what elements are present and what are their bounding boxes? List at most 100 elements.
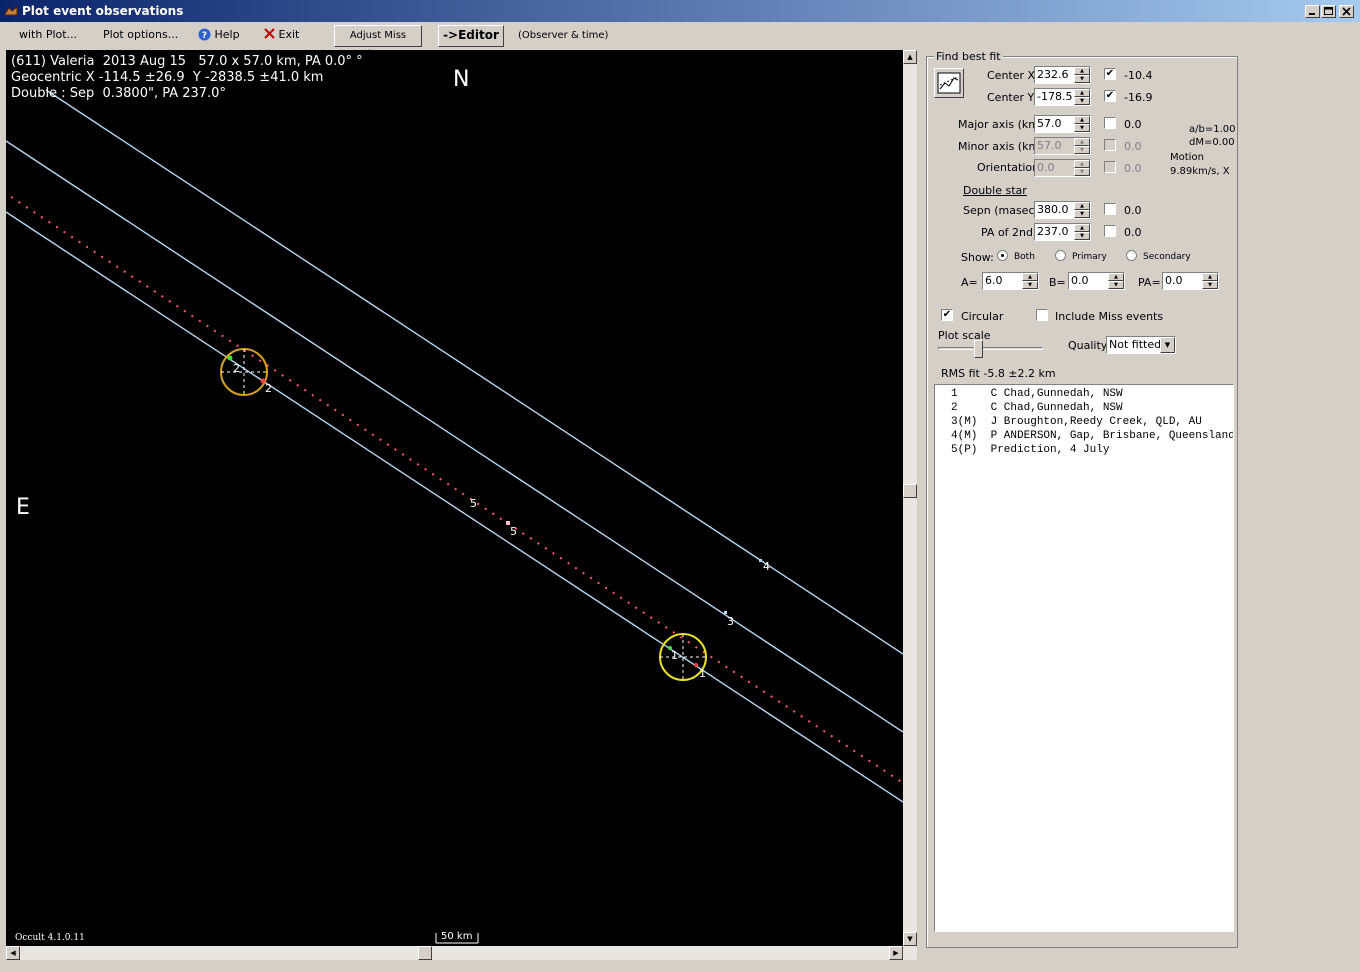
motion-label: Motion	[1170, 152, 1204, 163]
minimize-button[interactable]	[1305, 5, 1320, 18]
maximize-button[interactable]	[1321, 5, 1336, 18]
center-x-field[interactable]	[1037, 68, 1073, 81]
sepn-field[interactable]	[1037, 203, 1073, 216]
plot-canvas[interactable]: (611) Valeria 2013 Aug 15 57.0 x 57.0 km…	[6, 50, 903, 946]
a-field[interactable]	[985, 274, 1021, 287]
pa2-offset: 0.0	[1124, 226, 1142, 239]
sepn-checkbox[interactable]	[1104, 203, 1116, 215]
a-input[interactable]: ▲▼	[982, 272, 1039, 290]
show-primary-label: Primary	[1072, 252, 1107, 262]
quality-value: Not fitted	[1109, 338, 1162, 351]
center-y-up[interactable]: ▲	[1074, 89, 1090, 97]
plot-header-line1: (611) Valeria 2013 Aug 15 57.0 x 57.0 km…	[11, 54, 363, 69]
exit-label: Exit	[278, 28, 300, 41]
orientation-field	[1037, 161, 1073, 174]
plot-scale-thumb[interactable]	[974, 340, 983, 358]
adjust-miss-times-button[interactable]: Adjust Miss times	[334, 25, 422, 60]
center-y-field[interactable]	[1037, 90, 1073, 103]
a-label: A=	[961, 276, 978, 289]
center-x-input[interactable]: ▲▼	[1034, 66, 1091, 84]
b-field[interactable]	[1071, 274, 1107, 287]
scroll-right-button[interactable]: ▶	[889, 946, 903, 960]
plot-graphics	[6, 89, 903, 944]
pa-up[interactable]: ▲	[1202, 273, 1218, 281]
sepn-input[interactable]: ▲▼	[1034, 201, 1091, 219]
close-icon	[1342, 7, 1351, 16]
chord-label-2a: 2	[233, 362, 240, 375]
scroll-up-button[interactable]: ▲	[903, 50, 917, 64]
center-x-checkbox[interactable]: ✔	[1104, 68, 1116, 80]
marker-4	[759, 559, 762, 562]
sepn-offset: 0.0	[1124, 204, 1142, 217]
pa2-checkbox[interactable]	[1104, 225, 1116, 237]
ab-ratio: a/b=1.00	[1189, 124, 1236, 135]
center-y-input[interactable]: ▲▼	[1034, 88, 1091, 106]
center-x-down[interactable]: ▼	[1074, 75, 1090, 83]
list-item[interactable]: 3(M) J Broughton,Reedy Creek, QLD, AU	[951, 416, 1202, 428]
observer-list[interactable]: 1 C Chad,Gunnedah, NSW 2 C Chad,Gunnedah…	[934, 384, 1234, 932]
show-secondary-radio[interactable]	[1126, 250, 1137, 261]
list-item[interactable]: 1 C Chad,Gunnedah, NSW	[951, 388, 1123, 400]
major-axis-down[interactable]: ▼	[1074, 124, 1090, 132]
svg-text:?: ?	[202, 31, 207, 41]
plot-horizontal-scrollbar[interactable]: ◀ ▶	[6, 946, 917, 960]
pa2-input[interactable]: ▲▼	[1034, 223, 1091, 241]
scroll-thumb-vertical[interactable]	[903, 484, 917, 498]
minor-axis-down: ▼	[1074, 146, 1090, 154]
auto-fit-button[interactable]	[934, 68, 964, 98]
pa-input[interactable]: ▲▼	[1162, 272, 1219, 290]
quality-select[interactable]: Not fitted ▼	[1106, 336, 1176, 354]
title-bar: Plot event observations	[0, 0, 1360, 22]
major-axis-up[interactable]: ▲	[1074, 116, 1090, 124]
orientation-input: ▲▼	[1034, 159, 1091, 177]
plot-header-line3: Double : Sep 0.3800", PA 237.0°	[11, 86, 226, 101]
center-x-up[interactable]: ▲	[1074, 67, 1090, 75]
major-axis-checkbox[interactable]	[1104, 117, 1116, 129]
pa-down[interactable]: ▼	[1202, 281, 1218, 289]
major-axis-offset: 0.0	[1124, 118, 1142, 131]
list-item[interactable]: 4(M) P ANDERSON, Gap, Brisbane, Queensla…	[951, 430, 1233, 442]
double-star-heading: Double star	[963, 184, 1027, 197]
sepn-down[interactable]: ▼	[1074, 210, 1090, 218]
circular-checkbox[interactable]: ✔	[941, 309, 953, 321]
close-button[interactable]	[1339, 5, 1354, 18]
pa2-down[interactable]: ▼	[1074, 232, 1090, 240]
menu-plot-options[interactable]: Plot options...	[103, 28, 178, 41]
chord-line-4	[45, 89, 903, 655]
show-both-radio[interactable]	[997, 250, 1008, 261]
prediction-line	[10, 196, 903, 784]
version-label: Occult 4.1.0.11	[15, 933, 85, 943]
b-input[interactable]: ▲▼	[1068, 272, 1125, 290]
pa-field[interactable]	[1165, 274, 1201, 287]
fit-group-label: Find best fit	[934, 50, 1003, 63]
plot-vertical-scrollbar[interactable]: ▲ ▼	[903, 50, 917, 946]
chevron-down-icon[interactable]: ▼	[1160, 337, 1175, 353]
plot-scale-track[interactable]	[938, 347, 1043, 350]
list-item[interactable]: 2 C Chad,Gunnedah, NSW	[951, 402, 1123, 414]
editor-button[interactable]: ->Editor	[438, 25, 504, 47]
center-y-down[interactable]: ▼	[1074, 97, 1090, 105]
a-down[interactable]: ▼	[1022, 281, 1038, 289]
b-down[interactable]: ▼	[1108, 281, 1124, 289]
menu-exit[interactable]: Exit	[264, 28, 299, 41]
plot-header-line2: Geocentric X -114.5 ±26.9 Y -2838.5 ±41.…	[11, 70, 324, 85]
motion-value: 9.89km/s, X	[1170, 166, 1230, 177]
major-axis-field[interactable]	[1037, 117, 1073, 130]
sepn-up[interactable]: ▲	[1074, 202, 1090, 210]
app-icon	[4, 5, 18, 16]
menu-help[interactable]: ? Help	[198, 28, 240, 41]
center-x-offset: -10.4	[1124, 69, 1153, 82]
b-up[interactable]: ▲	[1108, 273, 1124, 281]
scroll-thumb-horizontal[interactable]	[418, 946, 432, 960]
major-axis-input[interactable]: ▲▼	[1034, 115, 1091, 133]
pa2-field[interactable]	[1037, 225, 1073, 238]
include-miss-checkbox[interactable]	[1036, 309, 1048, 321]
list-item[interactable]: 5(P) Prediction, 4 July	[951, 444, 1109, 456]
menu-with-plot[interactable]: with Plot...	[19, 28, 77, 41]
center-y-checkbox[interactable]: ✔	[1104, 90, 1116, 102]
scroll-down-button[interactable]: ▼	[903, 932, 917, 946]
scroll-left-button[interactable]: ◀	[6, 946, 20, 960]
a-up[interactable]: ▲	[1022, 273, 1038, 281]
pa2-up[interactable]: ▲	[1074, 224, 1090, 232]
show-primary-radio[interactable]	[1055, 250, 1066, 261]
